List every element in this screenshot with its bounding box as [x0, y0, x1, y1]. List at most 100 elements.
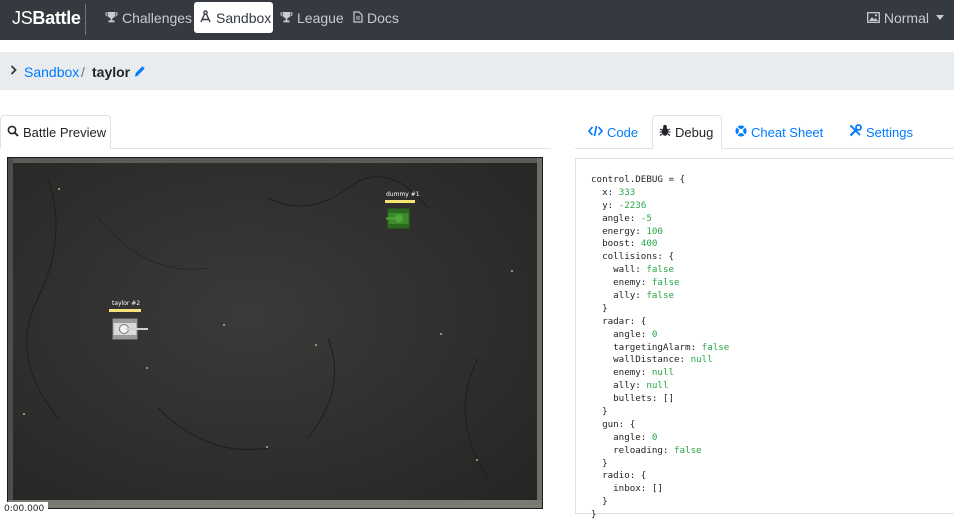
debug-line: ally: false [591, 290, 954, 303]
debug-indent [591, 316, 602, 327]
tab-cheat-sheet-label: Cheat Sheet [751, 124, 824, 140]
debug-indent [591, 406, 602, 417]
tank-label: taylor #2 [112, 300, 141, 307]
top-navbar: JSBattle Challenges Sandbox League Docs … [0, 0, 954, 40]
nav-challenges[interactable]: Challenges [100, 2, 197, 33]
debug-line: wallDistance: null [591, 354, 954, 367]
debug-value: false [651, 277, 680, 289]
debug-indent [591, 303, 602, 314]
drafting-compass-icon [199, 9, 212, 26]
tab-debug[interactable]: Debug [652, 115, 722, 149]
debug-indent [591, 329, 613, 340]
debris [23, 413, 25, 415]
debug-line: enemy: false [591, 277, 954, 290]
debug-indent [591, 496, 602, 507]
debug-line: } [591, 496, 954, 509]
debug-value: false [701, 341, 730, 353]
debug-line: control.DEBUG = { [591, 174, 954, 187]
debug-indent [591, 251, 602, 262]
debug-indent [591, 380, 613, 391]
debug-key: ally: [613, 290, 647, 302]
chevron-down-icon [936, 15, 944, 20]
debug-line: gun: { [591, 419, 954, 432]
debris [58, 188, 60, 190]
debug-value: -5 [640, 212, 652, 224]
debug-line: radio: { [591, 470, 954, 483]
debug-indent [591, 445, 613, 456]
debug-key: boost: [602, 238, 641, 250]
tab-debug-label: Debug [675, 124, 714, 140]
debug-line: energy: 100 [591, 226, 954, 239]
debug-line: collisions: { [591, 251, 954, 264]
debug-value: null [651, 367, 675, 379]
tab-battle-preview[interactable]: Battle Preview [0, 115, 111, 149]
nav-sandbox[interactable]: Sandbox [194, 2, 273, 33]
arena-cracks [26, 176, 489, 479]
tab-settings-label: Settings [866, 124, 913, 140]
nav-league-label: League [297, 9, 344, 26]
debris [476, 459, 478, 461]
debug-value: false [646, 290, 675, 302]
debris [266, 446, 268, 448]
quality-label: Normal [883, 9, 929, 26]
breadcrumb-sandbox-link[interactable]: Sandbox [24, 64, 79, 80]
tab-cheat-sheet[interactable]: Cheat Sheet [735, 115, 823, 149]
tab-battle-preview-label: Battle Preview [23, 124, 107, 140]
debug-key: control.DEBUG = { [591, 174, 686, 185]
debug-value: 333 [618, 186, 636, 198]
debug-indent [591, 187, 602, 198]
enemy-tank[interactable] [380, 206, 411, 231]
trophy-icon [105, 10, 118, 26]
brand-logo[interactable]: JSBattle [12, 8, 81, 29]
debug-key: collisions: { [602, 251, 674, 263]
debug-panel: control.DEBUG = { x: 333 y: -2236 angle:… [575, 158, 954, 520]
trophy-icon [280, 10, 293, 26]
debug-value: null [690, 354, 713, 366]
debug-key: wall: [613, 264, 647, 276]
tank-label: dummy #1 [386, 191, 420, 198]
pencil-icon[interactable] [133, 65, 146, 78]
nav-league[interactable]: League [275, 2, 349, 33]
debug-line: bullets: [] [591, 393, 954, 406]
debug-key: enemy: [613, 367, 652, 379]
chevron-right-icon [10, 65, 17, 78]
debug-key: targetingAlarm: [613, 341, 702, 353]
debug-key: angle: [613, 431, 652, 443]
debug-line: boost: 400 [591, 238, 954, 251]
debris [315, 344, 317, 346]
debug-key: angle: [613, 328, 652, 340]
debug-value: null [646, 380, 669, 392]
debug-indent [591, 458, 602, 469]
player-tank[interactable] [112, 316, 148, 342]
debug-key: radio: { [602, 470, 647, 482]
debug-indent [591, 354, 613, 365]
tab-code[interactable]: Code [587, 115, 639, 149]
debug-output: control.DEBUG = { x: 333 y: -2236 angle:… [591, 174, 954, 522]
debug-indent [591, 226, 602, 237]
nav-divider [85, 4, 86, 35]
debug-key: enemy: [613, 277, 652, 289]
debug-indent [591, 470, 602, 481]
battle-timer: 0:00.000 [0, 502, 48, 514]
nav-docs[interactable]: Docs [348, 2, 404, 33]
nav-sandbox-label: Sandbox [216, 9, 272, 26]
debug-value: 100 [646, 225, 663, 237]
image-icon [866, 10, 880, 26]
breadcrumb: Sandbox / taylor [0, 52, 954, 90]
debug-indent [591, 264, 613, 275]
tools-icon [849, 124, 862, 140]
battle-arena[interactable]: dummy #1 taylor #2 [7, 157, 543, 509]
tab-settings[interactable]: Settings [849, 115, 913, 149]
nav-challenges-label: Challenges [122, 9, 193, 26]
debug-line: } [591, 406, 954, 419]
tank-energy-bar [385, 200, 415, 203]
debug-indent [591, 432, 613, 443]
quality-dropdown[interactable]: Normal [866, 2, 944, 33]
debug-indent [591, 483, 613, 494]
debug-key: } [602, 302, 608, 314]
tab-code-label: Code [607, 124, 639, 140]
debris [440, 333, 442, 335]
debug-line: } [591, 303, 954, 316]
debug-key: x: [602, 186, 619, 198]
nav-docs-label: Docs [367, 9, 399, 26]
